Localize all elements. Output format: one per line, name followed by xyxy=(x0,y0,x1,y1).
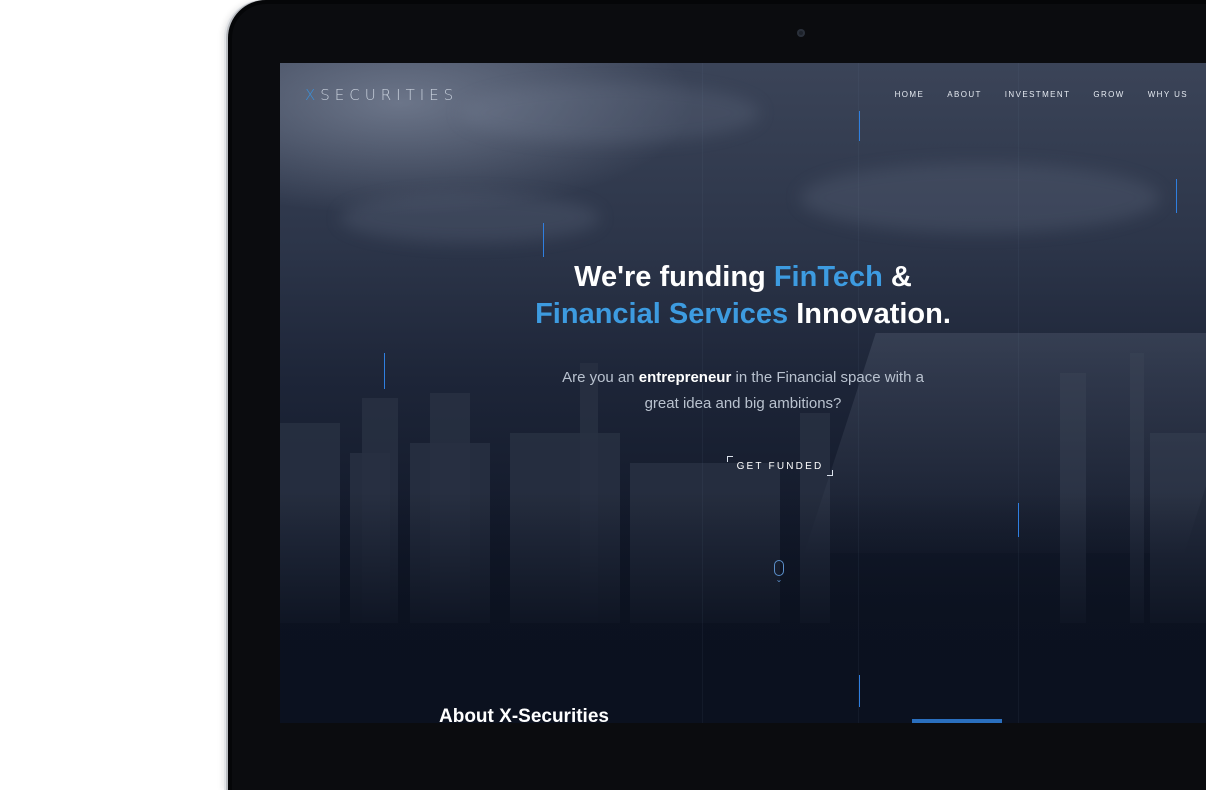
nav-item-grow[interactable]: GROW xyxy=(1093,90,1124,99)
hero-title: We're funding FinTech & Financial Servic… xyxy=(280,259,1206,333)
nav-item-why-us[interactable]: WHY US xyxy=(1148,90,1188,99)
hero-subtitle-text: Are you an xyxy=(562,369,639,386)
get-funded-button[interactable]: GET FUNDED xyxy=(727,456,833,476)
website-screen: XSECURITIES HOME ABOUT INVESTMENT GROW W… xyxy=(280,63,1206,723)
mouse-scroll-icon[interactable] xyxy=(774,560,784,576)
hero-title-highlight: FinTech xyxy=(773,261,883,293)
accent-line xyxy=(859,111,860,141)
hero-subtitle: Are you an entrepreneur in the Financial… xyxy=(280,365,1206,417)
get-funded-label: GET FUNDED xyxy=(736,460,824,472)
nav-item-investment[interactable]: INVESTMENT xyxy=(1005,90,1071,99)
logo-text: SECURITIES xyxy=(320,86,459,104)
section-accent-bar xyxy=(912,719,1002,723)
hero-title-highlight: Financial Services xyxy=(535,298,789,330)
hero-title-text: & xyxy=(882,261,912,293)
chevron-down-icon: ⌄ xyxy=(775,575,783,584)
cloud-shape xyxy=(800,163,1160,233)
hero-title-line1: We're funding FinTech & xyxy=(574,261,912,293)
cloud-shape xyxy=(340,193,600,243)
hero-subtitle-bold: entrepreneur xyxy=(638,369,732,386)
accent-line xyxy=(859,675,860,707)
hero-title-line2: Financial Services Innovation. xyxy=(535,298,951,330)
gradient-overlay xyxy=(280,493,1206,723)
accent-line xyxy=(1176,179,1177,213)
main-nav: HOME ABOUT INVESTMENT GROW WHY US xyxy=(895,90,1188,99)
hero-subtitle-text: in the Financial space with a xyxy=(731,369,924,386)
accent-line xyxy=(1018,503,1019,537)
about-heading: About X-Securities xyxy=(439,706,609,723)
logo-x: X xyxy=(305,86,321,104)
hero-title-text: We're funding xyxy=(574,261,774,293)
nav-item-about[interactable]: ABOUT xyxy=(947,90,982,99)
accent-line xyxy=(543,223,544,257)
cloud-shape xyxy=(460,83,760,143)
webcam-icon xyxy=(797,29,805,37)
hero-subtitle-line2: great idea and big ambitions? xyxy=(644,395,842,412)
hero-title-text: Innovation. xyxy=(788,298,951,330)
nav-item-home[interactable]: HOME xyxy=(895,90,925,99)
brand-logo[interactable]: XSECURITIES xyxy=(305,86,458,104)
